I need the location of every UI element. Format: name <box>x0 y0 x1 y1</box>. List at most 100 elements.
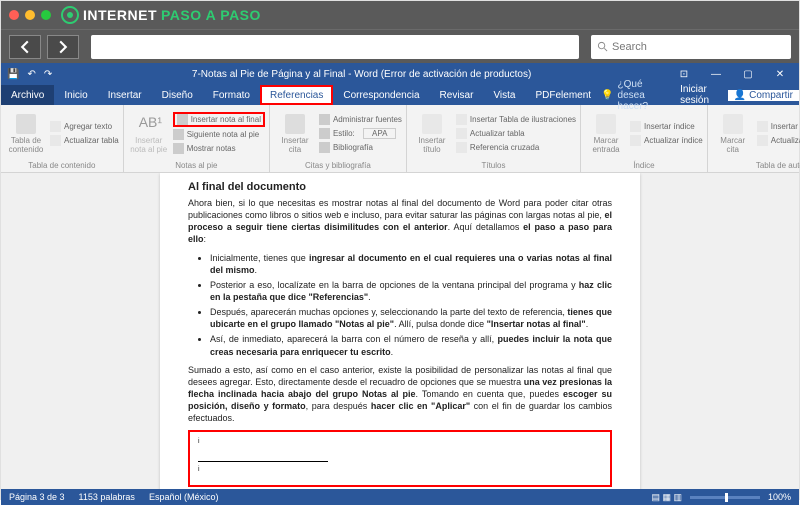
minimize-icon[interactable] <box>25 10 35 20</box>
view-buttons[interactable]: ▤ ▦ ▥ <box>651 492 682 503</box>
table-figures-button[interactable]: Insertar Tabla de ilustraciones <box>456 113 576 126</box>
document-area[interactable]: Al final del documento Ahora bien, si lo… <box>1 173 799 489</box>
zoom-level[interactable]: 100% <box>768 492 791 502</box>
mark-citation-button[interactable]: Marcar cita <box>712 108 754 159</box>
next-footnote-button[interactable]: Siguiente nota al pie <box>173 128 265 141</box>
mark-entry-icon <box>596 114 616 134</box>
mark-citation-label: Marcar cita <box>720 136 745 154</box>
zoom-slider[interactable] <box>690 496 760 499</box>
back-button[interactable] <box>9 35 41 59</box>
steps-list: Inicialmente, tienes que ingresar al doc… <box>188 252 612 358</box>
sign-in-link[interactable]: Iniciar sesión <box>672 85 728 105</box>
citation-icon <box>285 114 305 134</box>
paragraph: Ahora bien, si lo que necesitas es mostr… <box>188 197 612 246</box>
group-toc: Tabla de contenido Agregar texto Actuali… <box>1 105 124 172</box>
update-authorities-button[interactable]: Actualizar tabla <box>757 134 800 147</box>
status-bar: Página 3 de 3 1153 palabras Español (Méx… <box>1 489 799 505</box>
table-figures-icon <box>456 114 467 125</box>
logo-text-1: INTERNET <box>83 7 157 23</box>
window-controls[interactable] <box>9 10 51 20</box>
language-indicator[interactable]: Español (México) <box>149 492 219 502</box>
group-citations: Insertar cita Administrar fuentes Estilo… <box>270 105 407 172</box>
tab-file[interactable]: Archivo <box>1 85 54 105</box>
tab-mailings[interactable]: Correspondencia <box>333 85 429 105</box>
insert-citation-button[interactable]: Insertar cita <box>274 108 316 159</box>
list-item: Posterior a eso, localízate en la barra … <box>210 279 612 303</box>
insert-endnote-button[interactable]: Insertar nota al final <box>173 112 265 127</box>
minimize-icon[interactable]: — <box>703 69 729 80</box>
style-icon <box>319 128 330 139</box>
logo-text-3: A <box>206 7 217 23</box>
list-item: Después, aparecerán muchas opciones y, s… <box>210 306 612 330</box>
group-index: Marcar entrada Insertar índice Actualiza… <box>581 105 708 172</box>
browser-titlebar: INTERNET PASO A PASO <box>1 1 799 29</box>
show-notes-icon <box>173 143 184 154</box>
bibliography-button[interactable]: Bibliografía <box>319 141 402 154</box>
update-auth-icon <box>757 135 768 146</box>
toc-label: Tabla de contenido <box>9 136 44 154</box>
insert-index-button[interactable]: Insertar índice <box>630 120 703 133</box>
toc-button[interactable]: Tabla de contenido <box>5 108 47 159</box>
group-captions: Insertar título Insertar Tabla de ilustr… <box>407 105 581 172</box>
mark-entry-label: Marcar entrada <box>592 136 619 154</box>
add-text-button[interactable]: Agregar texto <box>50 120 119 133</box>
insert-footnote-button[interactable]: AB¹ Insertar nota al pie <box>128 108 170 159</box>
heading: Al final del documento <box>188 181 612 193</box>
ribbon: Tabla de contenido Agregar texto Actuali… <box>1 105 799 173</box>
update-icon <box>50 135 61 146</box>
endnote-mark: i <box>198 466 602 473</box>
close-icon[interactable] <box>9 10 19 20</box>
crossref-icon <box>456 142 467 153</box>
insert-authorities-button[interactable]: Insertar Tabla de autoridades <box>757 120 800 133</box>
share-button[interactable]: 👤 Compartir <box>728 90 799 101</box>
restore-icon[interactable]: ▢ <box>735 69 761 80</box>
insert-auth-icon <box>757 121 768 132</box>
update-index-button[interactable]: Actualizar índice <box>630 134 703 147</box>
group-label: Títulos <box>411 159 576 172</box>
insert-caption-button[interactable]: Insertar título <box>411 108 453 159</box>
tab-design[interactable]: Diseño <box>152 85 203 105</box>
word-titlebar: 💾 ↶ ↷ 7-Notas al Pie de Página y al Fina… <box>1 63 799 85</box>
url-input[interactable] <box>91 35 579 59</box>
maximize-icon[interactable] <box>41 10 51 20</box>
bibliography-icon <box>319 142 330 153</box>
style-dropdown[interactable]: Estilo: APA <box>319 127 402 140</box>
tab-pdfelement[interactable]: PDFelement <box>526 85 602 105</box>
mark-entry-button[interactable]: Marcar entrada <box>585 108 627 159</box>
word-count[interactable]: 1153 palabras <box>79 492 135 502</box>
group-authorities: Marcar cita Insertar Tabla de autoridade… <box>708 105 800 172</box>
group-footnotes: AB¹ Insertar nota al pie Insertar nota a… <box>124 105 270 172</box>
update-toc-button[interactable]: Actualizar tabla <box>50 134 119 147</box>
logo-icon <box>61 6 79 24</box>
update-table-button[interactable]: Actualizar tabla <box>456 127 576 140</box>
tab-insert[interactable]: Insertar <box>98 85 152 105</box>
toc-icon <box>16 114 36 134</box>
save-icon[interactable]: 💾 <box>7 69 19 80</box>
update-index-icon <box>630 135 641 146</box>
tab-home[interactable]: Inicio <box>54 85 97 105</box>
forward-button[interactable] <box>47 35 79 59</box>
tab-layout[interactable]: Formato <box>203 85 260 105</box>
cross-reference-button[interactable]: Referencia cruzada <box>456 141 576 154</box>
close-icon[interactable]: ✕ <box>767 69 793 80</box>
mark-citation-icon <box>723 114 743 134</box>
manage-sources-button[interactable]: Administrar fuentes <box>319 113 402 126</box>
share-label: Compartir <box>749 90 793 101</box>
update-icon <box>456 128 467 139</box>
document-title: 7-Notas al Pie de Página y al Final - Wo… <box>52 69 671 80</box>
tab-review[interactable]: Revisar <box>430 85 484 105</box>
caption-icon <box>422 114 442 134</box>
group-label: Notas al pie <box>128 159 265 172</box>
page-indicator[interactable]: Página 3 de 3 <box>9 492 65 502</box>
redo-icon[interactable]: ↷ <box>44 69 52 80</box>
footnote-label: Insertar nota al pie <box>130 136 167 154</box>
tab-references[interactable]: Referencias <box>260 85 333 105</box>
tab-view[interactable]: Vista <box>483 85 525 105</box>
search-icon <box>597 41 608 52</box>
endnote-icon <box>177 114 188 125</box>
undo-icon[interactable]: ↶ <box>27 69 35 80</box>
arrow-left-icon <box>18 40 32 54</box>
search-input[interactable]: Search <box>591 35 791 59</box>
show-notes-button[interactable]: Mostrar notas <box>173 142 265 155</box>
ribbon-options-icon[interactable]: ⊡ <box>671 69 697 80</box>
